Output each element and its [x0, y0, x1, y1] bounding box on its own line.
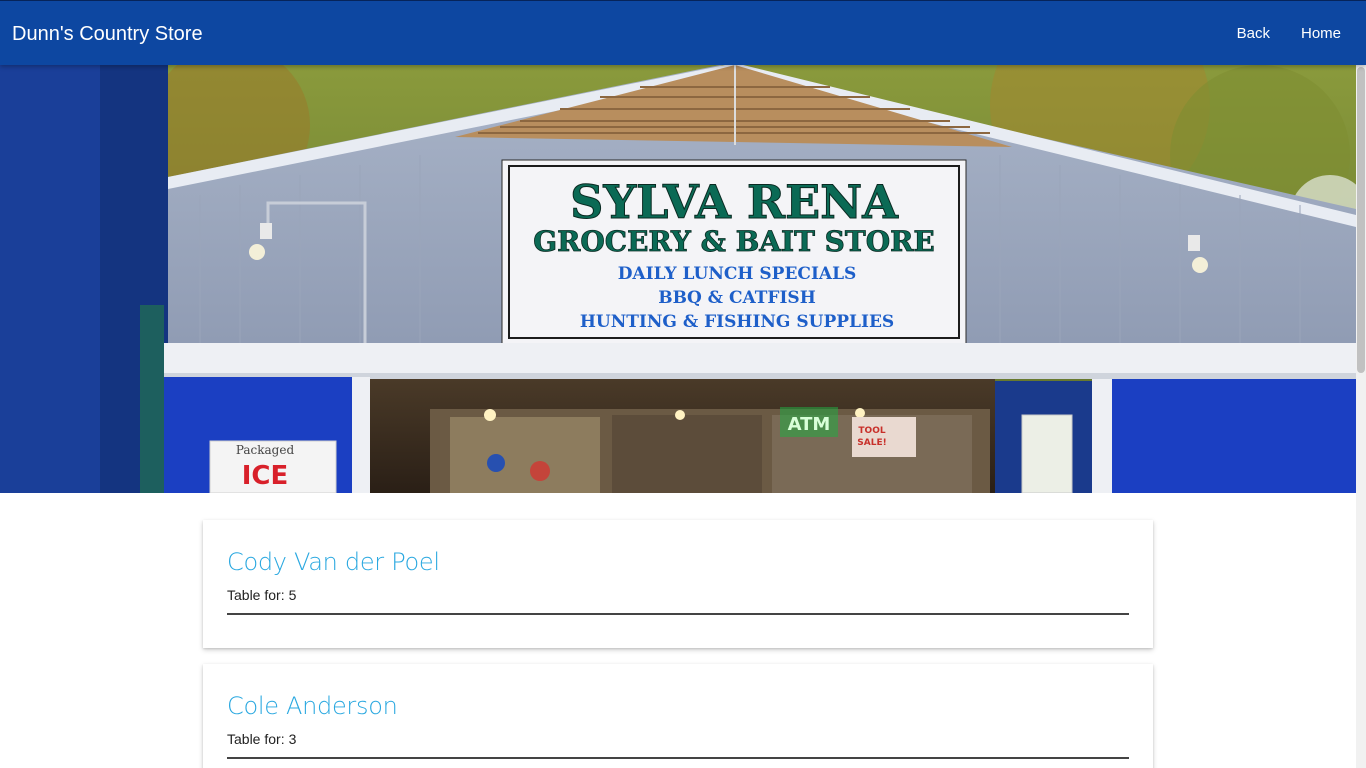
- reservation-name: Cody Van der Poel: [227, 548, 440, 576]
- card-divider: [227, 757, 1129, 759]
- card-divider: [227, 613, 1129, 615]
- table-size-value: 3: [288, 731, 297, 747]
- tool-sale-line1: TOOL: [858, 426, 885, 436]
- table-size-value: 5: [288, 587, 297, 603]
- site-title[interactable]: Dunn's Country Store: [12, 21, 203, 47]
- sign-line-5: HUNTING & FISHING SUPPLIES: [580, 312, 894, 332]
- table-size-label: Table for:: [227, 731, 285, 747]
- ice-sign-bottom: ICE: [242, 461, 289, 491]
- top-navbar: Dunn's Country Store Back Home: [0, 0, 1366, 65]
- reservation-card: Cole Anderson Table for: 3: [203, 664, 1153, 768]
- home-link[interactable]: Home: [1301, 23, 1341, 45]
- ice-sign-top: Packaged: [236, 443, 295, 457]
- table-size-label: Table for:: [227, 587, 285, 603]
- sign-line-1: SYLVA RENA: [570, 175, 899, 229]
- storefront-hero-image: SYLVA RENA GROCERY & BAIT STORE DAILY LU…: [0, 65, 1356, 493]
- sign-line-4: BBQ & CATFISH: [658, 288, 816, 308]
- back-link[interactable]: Back: [1237, 23, 1270, 45]
- nav-links: Back Home: [1237, 23, 1341, 45]
- atm-neon-sign: ATM: [788, 414, 831, 435]
- scrollbar-thumb[interactable]: [1357, 67, 1365, 373]
- table-size-row: Table for: 3: [227, 729, 1129, 749]
- tool-sale-line2: SALE!: [857, 438, 886, 448]
- sign-line-2: GROCERY & BAIT STORE: [533, 225, 935, 258]
- page-scrollbar[interactable]: [1356, 65, 1366, 768]
- sign-line-3: DAILY LUNCH SPECIALS: [618, 264, 857, 284]
- reservation-card: Cody Van der Poel Table for: 5: [203, 520, 1153, 648]
- reservation-name: Cole Anderson: [227, 692, 398, 720]
- table-size-row: Table for: 5: [227, 585, 1129, 605]
